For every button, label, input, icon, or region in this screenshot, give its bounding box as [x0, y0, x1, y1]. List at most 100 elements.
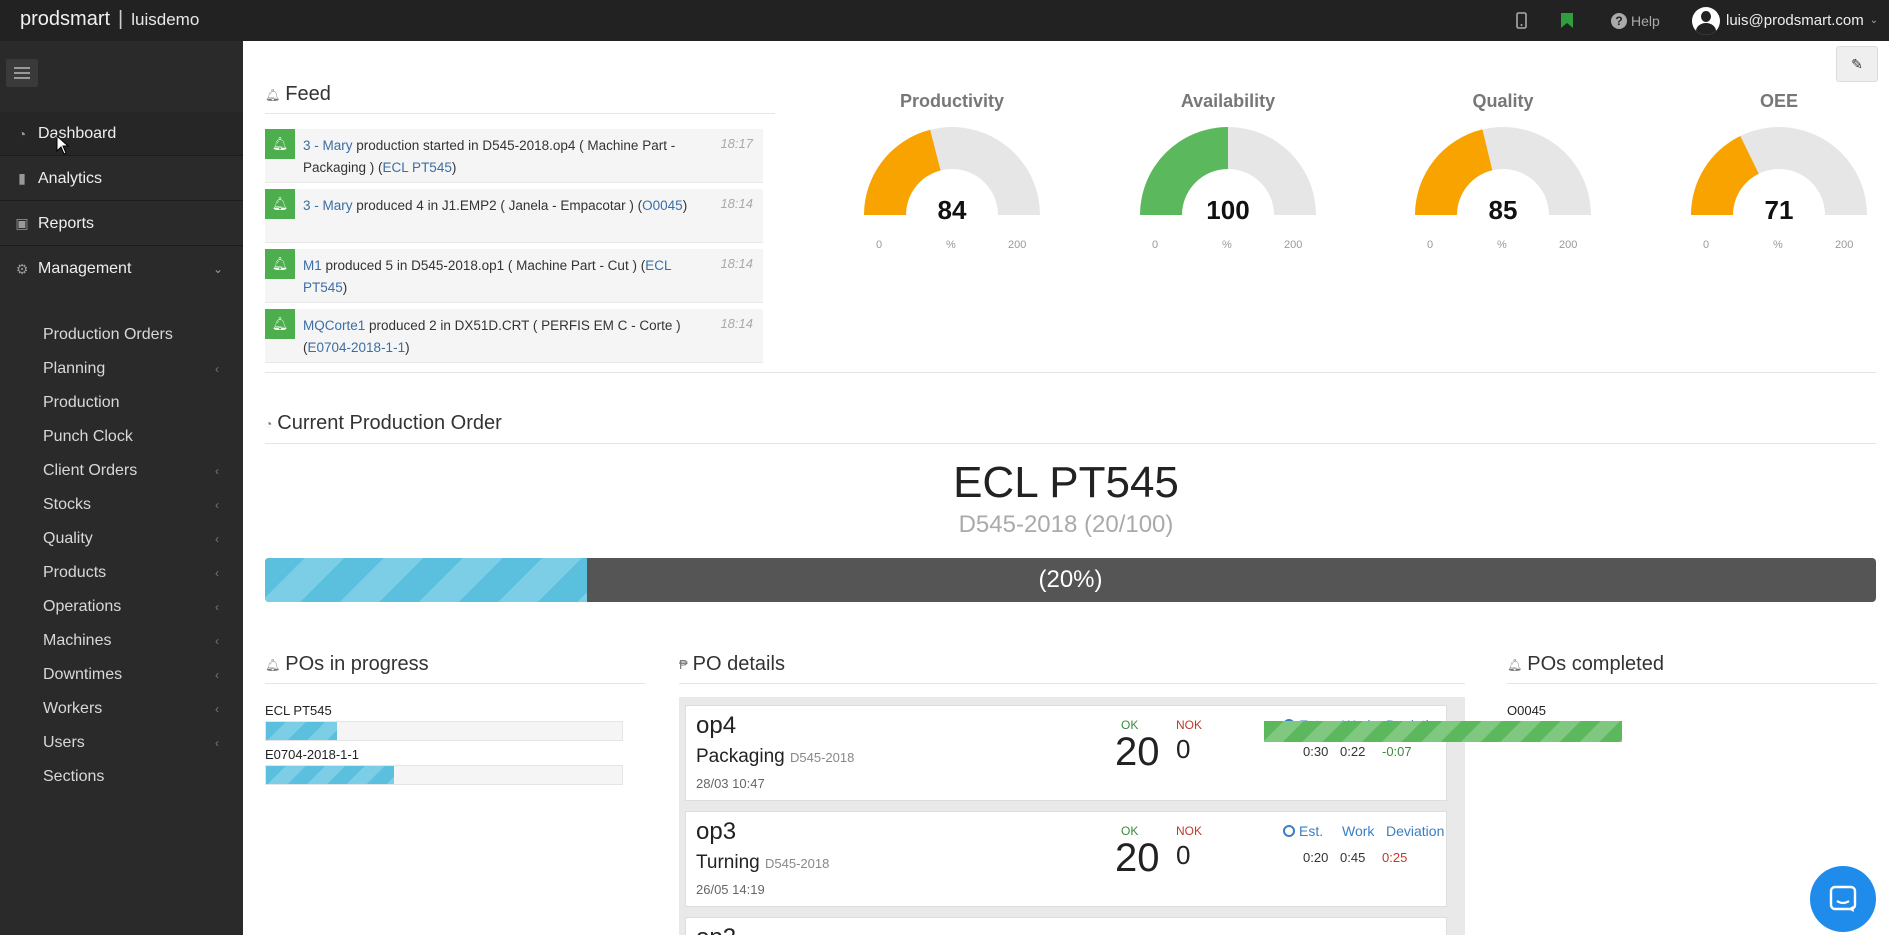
gauge-min: 0: [1427, 239, 1434, 251]
po-details-title: ₱ PO details: [679, 653, 785, 676]
feed-message: produced 5 in D545-2018.op1 ( Machine Pa…: [321, 258, 646, 273]
gauge-value: 71: [1764, 195, 1794, 225]
chat-launcher-button[interactable]: [1810, 866, 1876, 932]
edit-button[interactable]: ✎: [1836, 46, 1878, 82]
gauge-min: 0: [876, 239, 883, 251]
sidebar-subitem-users[interactable]: Users ‹: [43, 726, 233, 760]
feed-actor-link[interactable]: M1: [303, 258, 322, 273]
po-progress-bar: [265, 765, 623, 785]
sidebar-subitem-stocks[interactable]: Stocks ‹: [43, 488, 233, 522]
divider: [1507, 683, 1877, 684]
progress-fill: [266, 722, 338, 740]
chat-icon: [1829, 885, 1857, 912]
po-op-name: Turning: [696, 852, 760, 873]
sidebar-item-label: Reports: [38, 214, 95, 232]
peso-icon: ₱: [679, 657, 688, 672]
feed-message-end: ): [451, 160, 457, 175]
help-label[interactable]: Help: [1631, 13, 1660, 29]
gauge-productivity: Productivity 84 0% 200: [842, 91, 1062, 251]
sidebar-subitem-planning[interactable]: Planning ‹: [43, 352, 233, 386]
dashboard-icon: ◔: [265, 416, 273, 431]
caret-down-icon: ⌄: [1869, 15, 1879, 26]
sidebar-subitem-workers[interactable]: Workers ‹: [43, 692, 233, 726]
divider: [265, 372, 1876, 373]
sidebar-subitem-production-orders[interactable]: Production Orders: [43, 318, 233, 352]
sidebar-item-label: Analytics: [38, 169, 103, 187]
pencil-icon: ✎: [1851, 55, 1863, 72]
user-menu[interactable]: luis@prodsmart.com ⌄: [1692, 0, 1878, 41]
po-progress-label[interactable]: E0704-2018-1-1: [265, 747, 359, 762]
po-progress-label[interactable]: ECL PT545: [265, 703, 332, 718]
brand-name[interactable]: prodsmart: [20, 8, 110, 30]
deviation-value: -0:07: [1382, 744, 1412, 759]
feed-message-end: ): [682, 198, 688, 213]
sidebar-subitem-machines[interactable]: Machines ‹: [43, 624, 233, 658]
feed-actor-link[interactable]: MQCorte1: [303, 318, 365, 333]
sidebar-subitem-punch-clock[interactable]: Punch Clock: [43, 420, 233, 454]
ok-value: 20: [1115, 836, 1160, 880]
gears-icon: ⚙: [15, 260, 29, 277]
po-detail-card-partial[interactable]: op2: [685, 917, 1447, 935]
sidebar-item-reports[interactable]: ▣ Reports: [0, 202, 243, 246]
gauge-oee: OEE 71 0% 200: [1669, 91, 1889, 251]
po-detail-card[interactable]: op4 Packaging D545-2018 28/03 10:47 OK 20 NOK…: [685, 705, 1447, 801]
completed-po-label[interactable]: O0045: [1507, 703, 1546, 718]
sidebar-subitem-sections[interactable]: Sections: [43, 760, 233, 794]
gauge-max: 200: [1835, 239, 1854, 251]
divider: [265, 443, 1876, 444]
feed-ref-link[interactable]: E0704-2018-1-1: [308, 340, 406, 355]
gauge-max: 200: [1559, 239, 1578, 251]
avatar: [1692, 6, 1720, 35]
est-value: 0:20: [1303, 850, 1329, 865]
mobile-icon[interactable]: [1516, 0, 1527, 41]
work-label: Work: [1342, 823, 1375, 839]
pos-in-progress-label: POs in progress: [285, 653, 429, 675]
chevron-left-icon: ‹: [215, 566, 219, 580]
bookmark-icon[interactable]: [1560, 0, 1574, 41]
chevron-left-icon: ‹: [215, 736, 219, 750]
sidebar-subitem-label: Machines: [43, 632, 112, 649]
sidebar-subitem-client-orders[interactable]: Client Orders ‹: [43, 454, 233, 488]
feed-ref-link[interactable]: ECL PT545: [383, 160, 452, 175]
nok-value: 0: [1176, 734, 1191, 764]
divider: [679, 683, 1465, 684]
po-op-partial: op2: [696, 924, 736, 935]
menu-toggle-button[interactable]: [6, 59, 38, 87]
sidebar-subitem-quality[interactable]: Quality ‹: [43, 522, 233, 556]
sidebar-subitem-label: Products: [43, 564, 107, 581]
sidebar-subitem-label: Client Orders: [43, 462, 138, 479]
sidebar-subitem-label: Production: [43, 394, 120, 411]
bar-chart-icon: ▮: [18, 170, 26, 186]
sidebar-item-management[interactable]: ⚙ Management ⌄: [0, 247, 243, 291]
sidebar-item-dashboard[interactable]: ◔ Dashboard: [0, 112, 243, 156]
chevron-left-icon: ‹: [215, 668, 219, 682]
feed-text: MQCorte1 produced 2 in DX51D.CRT ( PERFI…: [303, 315, 693, 359]
chevron-left-icon: ‹: [215, 498, 219, 512]
po-op: op3: [696, 818, 737, 845]
brand[interactable]: prodsmart | luisdemo: [20, 8, 199, 31]
bell-icon: 🔔︎: [265, 309, 295, 339]
gauge-unit: %: [1497, 239, 1507, 251]
po-details-label: PO details: [692, 653, 785, 675]
sidebar-subitem-production[interactable]: Production: [43, 386, 233, 420]
sidebar-subitem-products[interactable]: Products ‹: [43, 556, 233, 590]
feed-actor-link[interactable]: 3 - Mary: [303, 198, 353, 213]
est-value: 0:30: [1303, 744, 1329, 759]
feed-ref-link[interactable]: O0045: [642, 198, 683, 213]
sidebar-subitem-operations[interactable]: Operations ‹: [43, 590, 233, 624]
feed-actor-link[interactable]: 3 - Mary: [303, 138, 353, 153]
help-icon: ?: [1611, 12, 1627, 29]
sidebar-item-analytics[interactable]: ▮ Analytics: [0, 157, 243, 201]
help-link[interactable]: ? Help: [1611, 0, 1660, 41]
nok-value: 0: [1176, 840, 1191, 870]
file-icon: ▣: [15, 215, 29, 231]
sidebar-subitem-label: Quality: [43, 530, 93, 547]
user-email[interactable]: luis@prodsmart.com: [1726, 12, 1864, 29]
po-detail-card[interactable]: op3 Turning D545-2018 26/05 14:19 OK 20 NOK 0 E…: [685, 811, 1447, 907]
po-op-date: 26/05 14:19: [696, 882, 765, 897]
gauge-availability: Availability 100 0% 200: [1118, 91, 1338, 251]
current-po-name[interactable]: ECL PT545: [243, 458, 1889, 508]
feed-time: 18:14: [720, 316, 753, 331]
sidebar-subitem-downtimes[interactable]: Downtimes ‹: [43, 658, 233, 692]
tenant-name[interactable]: luisdemo: [131, 10, 199, 29]
